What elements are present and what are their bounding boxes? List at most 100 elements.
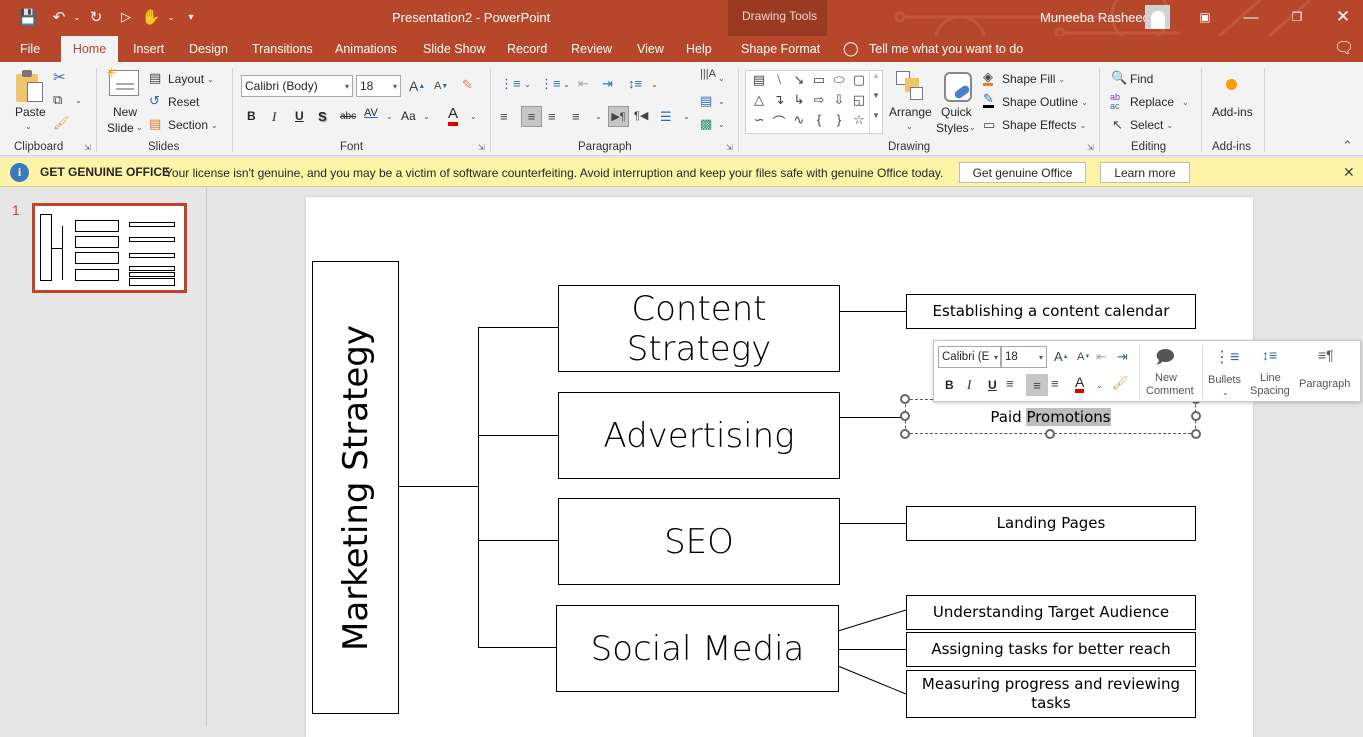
learn-more-button[interactable]: Learn more	[1100, 162, 1190, 183]
node-social-media[interactable]: Social Media	[556, 605, 839, 692]
mini-align-left-icon[interactable]: ≡	[1006, 376, 1014, 391]
align-text-dropdown-icon[interactable]: ⌄	[718, 97, 725, 106]
shape-outline-button[interactable]: Shape Outline ⌄	[1002, 95, 1088, 109]
quick-styles-dropdown-icon[interactable]: ⌄	[969, 123, 976, 132]
triangle-icon[interactable]: △	[749, 92, 769, 112]
layout-button[interactable]: Layout ⌄	[168, 72, 214, 86]
new-slide-label-2[interactable]: Slide	[107, 121, 134, 135]
shapes-gallery[interactable]: ▤ ⧵ ↘ ▭ ⬭ ▢ △ ↴ ↳ ⇨ ⇩ ◱ ∽ ⌒ ∿{} ☆	[745, 70, 883, 134]
replace-button[interactable]: Replace	[1130, 95, 1174, 109]
new-slide-button[interactable]: New	[113, 105, 137, 119]
arrange-icon[interactable]	[896, 71, 926, 101]
curve-icon[interactable]: ∿	[789, 112, 809, 132]
shape-effects-button[interactable]: Shape Effects ⌄	[1002, 118, 1086, 132]
line-icon[interactable]: ⧵	[769, 72, 789, 92]
new-slide-dropdown-icon[interactable]: ⌄	[136, 123, 143, 132]
copy-icon[interactable]: ⧉	[53, 92, 62, 108]
format-painter-icon[interactable]: 🖌	[53, 115, 70, 131]
align-right-icon[interactable]: ≡	[548, 109, 556, 124]
elbow-arrow-icon[interactable]: ↳	[789, 92, 809, 112]
columns-dropdown-icon[interactable]: ⌄	[683, 112, 690, 121]
paragraph-icon[interactable]: ≡¶	[1318, 347, 1334, 363]
tab-view[interactable]: View	[629, 36, 672, 62]
node-measuring-progress[interactable]: Measuring progress and reviewing tasks	[906, 670, 1196, 718]
mini-italic-button[interactable]: I	[967, 377, 971, 393]
justify-dropdown-icon[interactable]: ⌄	[595, 112, 602, 121]
mini-bullets-icon[interactable]: ⋮≡	[1214, 347, 1239, 367]
columns-icon[interactable]: ☰	[660, 109, 672, 125]
arc-icon[interactable]: ⌒	[769, 112, 789, 132]
present-from-beginning-icon[interactable]: ▷	[115, 6, 137, 28]
align-text-icon[interactable]: ▤	[700, 93, 712, 109]
scroll-up-icon[interactable]: ▲	[872, 71, 880, 91]
drawing-launcher-icon[interactable]: ⇲	[1087, 143, 1094, 152]
tab-home[interactable]: Home	[61, 36, 118, 62]
node-seo[interactable]: SEO	[558, 498, 840, 585]
mini-underline-button[interactable]: U	[988, 378, 997, 392]
node-target-audience[interactable]: Understanding Target Audience	[906, 595, 1196, 630]
down-arrow-icon[interactable]: ⇩	[829, 92, 849, 112]
shadow-button[interactable]: S	[318, 109, 327, 124]
freeform-icon[interactable]: ∽	[749, 112, 769, 132]
tab-shape-format[interactable]: Shape Format	[733, 36, 828, 62]
close-infobar-icon[interactable]: ✕	[1343, 164, 1355, 181]
justify-icon[interactable]: ≡	[572, 109, 580, 124]
mini-paragraph-button[interactable]: Paragraph	[1299, 378, 1350, 390]
select-button[interactable]: Select ⌄	[1130, 118, 1173, 132]
clipboard-launcher-icon[interactable]: ⇲	[84, 143, 91, 152]
user-name[interactable]: Muneeba Rasheed	[1040, 10, 1150, 25]
flowchart-icon[interactable]: ◱	[849, 92, 869, 112]
strikethrough-button[interactable]: abc	[340, 111, 356, 122]
resize-handle[interactable]	[1045, 429, 1055, 439]
oval-icon[interactable]: ⬭	[829, 72, 849, 92]
replace-dropdown-icon[interactable]: ⌄	[1182, 98, 1189, 107]
arrange-button[interactable]: Arrange	[889, 105, 932, 119]
section-button[interactable]: Section ⌄	[168, 118, 218, 132]
quick-styles-label-2[interactable]: Styles	[936, 121, 969, 135]
line-spacing-icon[interactable]: ↕≡	[628, 76, 642, 91]
tell-me-search[interactable]: Tell me what you want to do	[869, 42, 1023, 56]
mini-bold-button[interactable]: B	[945, 378, 954, 392]
mini-line-spacing-button[interactable]: Line	[1260, 372, 1281, 384]
touch-mode-dropdown-icon[interactable]: ⌄	[160, 6, 182, 28]
restore-icon[interactable]: ❐	[1286, 6, 1308, 28]
rtl-text-direction-icon[interactable]: ¶◀	[634, 109, 648, 122]
cut-icon[interactable]: ✂	[53, 68, 66, 86]
save-icon[interactable]: 💾	[17, 6, 39, 28]
tab-animations[interactable]: Animations	[327, 36, 405, 62]
selected-text-highlight[interactable]: Promotions	[1026, 407, 1111, 426]
quick-styles-icon[interactable]	[944, 72, 972, 102]
tab-help[interactable]: Help	[678, 36, 720, 62]
mini-font-size-dropdown[interactable]: 18 ▾	[1001, 346, 1047, 368]
add-ins-button[interactable]: Add-ins	[1212, 105, 1253, 119]
increase-font-size-icon[interactable]: A ▲	[1054, 349, 1069, 364]
star-icon[interactable]: ☆	[849, 112, 869, 132]
resize-handle[interactable]	[900, 411, 910, 421]
align-left-icon[interactable]: ≡	[500, 109, 508, 124]
font-launcher-icon[interactable]: ⇲	[478, 143, 485, 152]
new-comment-icon[interactable]: 🗩	[1155, 345, 1175, 375]
tab-file[interactable]: File	[12, 36, 48, 62]
increase-indent-icon[interactable]: ⇥	[1117, 349, 1128, 365]
customize-qat-icon[interactable]: ▾	[180, 6, 202, 28]
mini-bullets-dropdown-icon[interactable]: ⌄	[1222, 388, 1229, 397]
increase-font-size-icon[interactable]: A ▲	[409, 78, 425, 94]
more-shapes-icon[interactable]: ▼	[872, 111, 880, 120]
root-node[interactable]: Marketing Strategy	[312, 261, 399, 714]
tab-design[interactable]: Design	[181, 36, 236, 62]
redo-icon[interactable]: ↻	[85, 6, 107, 28]
close-icon[interactable]: ✕	[1332, 6, 1354, 28]
mini-line-spacing-label-2[interactable]: Spacing	[1250, 385, 1290, 397]
touch-mode-icon[interactable]: ✋	[140, 6, 162, 28]
paste-icon[interactable]	[14, 70, 46, 104]
tab-insert[interactable]: Insert	[125, 36, 172, 62]
left-brace-icon[interactable]: {	[809, 112, 829, 132]
shape-fill-button[interactable]: Shape Fill ⌄	[1002, 72, 1065, 86]
arrange-dropdown-icon[interactable]: ⌄	[906, 122, 913, 131]
ribbon-display-options-icon[interactable]: ▣	[1194, 6, 1216, 28]
tab-review[interactable]: Review	[563, 36, 620, 62]
clear-formatting-icon[interactable]: ✎	[462, 77, 473, 93]
font-color-dropdown-icon[interactable]: ⌄	[470, 112, 477, 121]
slide-thumbnail-1[interactable]	[32, 203, 187, 293]
smartart-dropdown-icon[interactable]: ⌄	[718, 120, 725, 129]
